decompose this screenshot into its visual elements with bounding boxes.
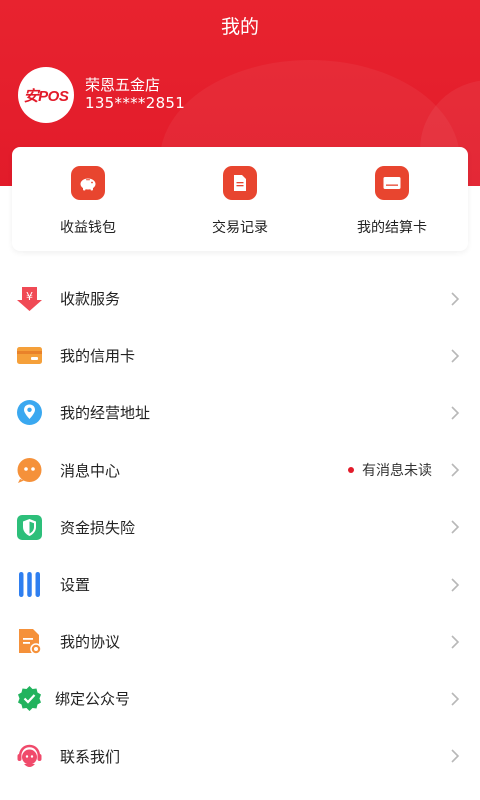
svg-text:¥: ¥ (26, 290, 33, 303)
yuan-download-icon: ¥ (16, 285, 43, 312)
menu-item-contact-us[interactable]: 联系我们 (0, 728, 480, 785)
menu-item-label: 联系我们 (60, 747, 121, 766)
page-title: 我的 (220, 16, 259, 38)
chevron-right-icon (451, 692, 460, 706)
menu-item-label: 我的信用卡 (60, 347, 136, 366)
menu-item-credit-card[interactable]: 我的信用卡 (0, 327, 480, 384)
quick-action-settlement-card[interactable]: 我的结算卡 (316, 147, 468, 251)
menu-item-bind-official-account[interactable]: 绑定公众号 (0, 670, 480, 727)
menu-item-label: 资金损失险 (60, 518, 136, 537)
chevron-right-icon (451, 520, 460, 534)
menu-list: ¥ 收款服务 我的信用卡 我的经营地址 消息中心 有消息未读 资金损失险 设置 … (0, 270, 480, 785)
chevron-right-icon (451, 635, 460, 649)
customer-service-icon (16, 743, 43, 770)
store-name: 荣恩五金店 (85, 76, 161, 94)
card-icon (375, 166, 409, 200)
phone-number: 135****2851 (85, 94, 186, 112)
chevron-right-icon (451, 292, 460, 306)
quick-action-label: 我的结算卡 (357, 220, 427, 236)
location-pin-icon (16, 399, 43, 426)
quick-actions-card: 收益钱包 交易记录 我的结算卡 (12, 147, 468, 251)
menu-item-business-address[interactable]: 我的经营地址 (0, 384, 480, 441)
chevron-right-icon (451, 463, 460, 477)
menu-item-label: 绑定公众号 (55, 690, 131, 709)
chevron-right-icon (451, 406, 460, 420)
menu-item-label: 设置 (60, 576, 91, 595)
unread-notice-text: 有消息未读 (362, 463, 432, 480)
unread-notice: 有消息未读 (348, 460, 432, 480)
chat-bubble-icon (16, 457, 43, 484)
menu-item-message-center[interactable]: 消息中心 有消息未读 (0, 442, 480, 499)
chevron-right-icon (451, 749, 460, 763)
menu-item-payment-service[interactable]: ¥ 收款服务 (0, 270, 480, 327)
chevron-right-icon (451, 577, 460, 592)
menu-item-label: 我的经营地址 (60, 404, 151, 423)
quick-action-label: 交易记录 (212, 220, 268, 236)
quick-action-wallet[interactable]: 收益钱包 (12, 147, 164, 251)
quick-action-label: 收益钱包 (60, 220, 116, 236)
document-icon (223, 166, 257, 200)
avatar[interactable]: 安POS (18, 67, 74, 123)
shield-icon (16, 514, 43, 541)
unread-dot (348, 467, 354, 474)
credit-card-icon (16, 342, 43, 369)
menu-item-my-agreements[interactable]: 我的协议 (0, 613, 480, 670)
menu-item-label: 收款服务 (60, 290, 121, 309)
piggy-bank-icon (71, 166, 105, 200)
verified-badge-icon (16, 685, 43, 712)
chevron-right-icon (451, 349, 460, 363)
agreement-document-icon (16, 628, 43, 655)
settings-bars-icon (16, 571, 43, 598)
avatar-logo-text: 安POS (23, 87, 69, 105)
menu-item-settings[interactable]: 设置 (0, 556, 480, 613)
quick-action-transactions[interactable]: 交易记录 (164, 147, 316, 251)
menu-item-fund-loss-insurance[interactable]: 资金损失险 (0, 499, 480, 556)
menu-item-label: 我的协议 (60, 633, 121, 652)
menu-item-label: 消息中心 (60, 461, 121, 480)
